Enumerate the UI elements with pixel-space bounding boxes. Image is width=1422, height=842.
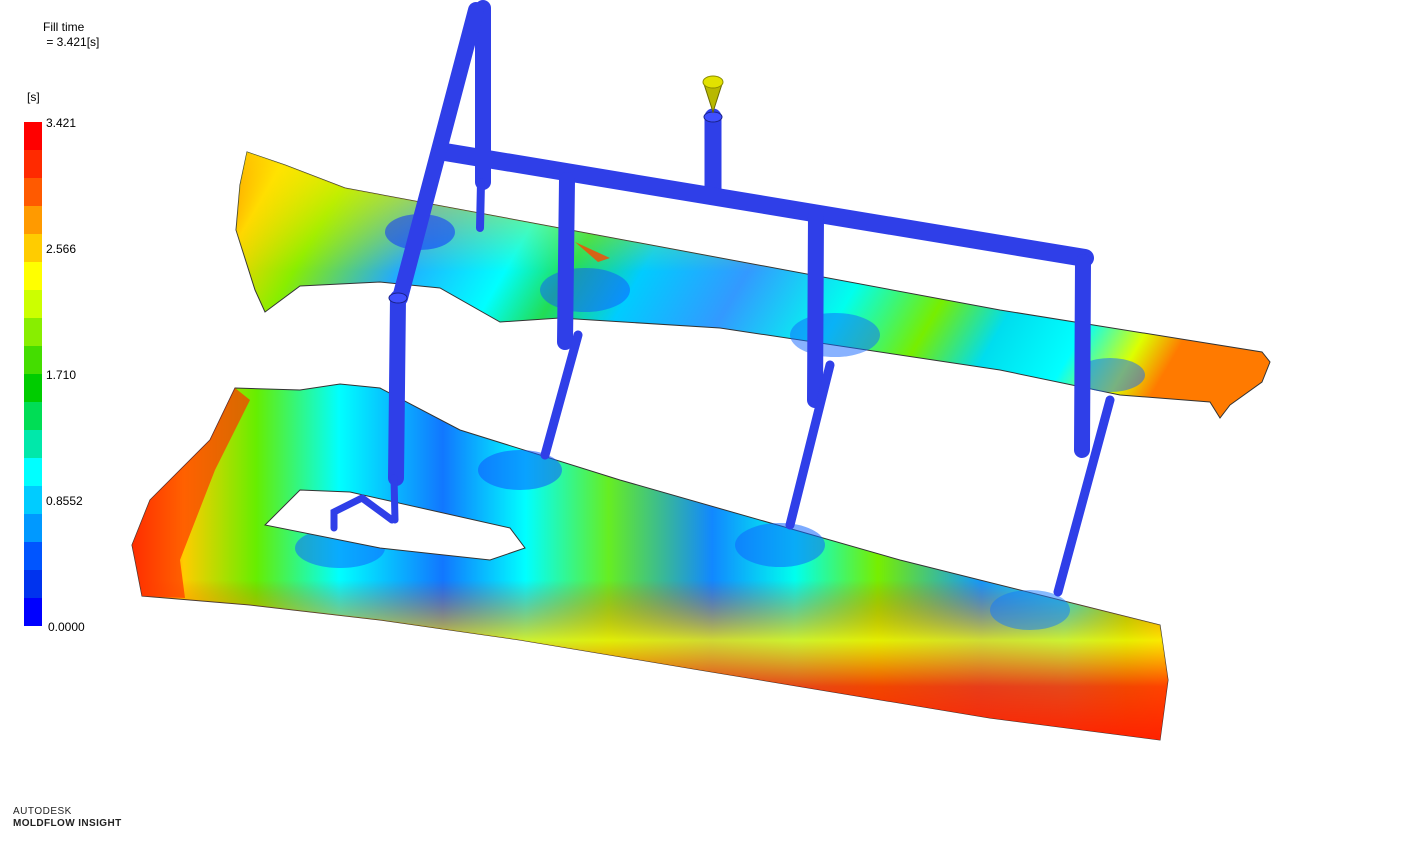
legend-band [24, 262, 42, 290]
legend-band [24, 598, 42, 626]
injection-cone [702, 75, 724, 114]
model-viewport[interactable] [0, 0, 1422, 842]
legend-band [24, 346, 42, 374]
legend-band [24, 178, 42, 206]
color-legend-bar [24, 122, 42, 626]
legend-band [24, 122, 42, 150]
brand-product: MOLDFLOW INSIGHT [13, 818, 122, 829]
legend-band [24, 486, 42, 514]
brand-company: AUTODESK [13, 806, 72, 817]
result-name: Fill time [43, 20, 85, 34]
legend-band [24, 234, 42, 262]
legend-band [24, 318, 42, 346]
legend-tick-min: 0.0000 [48, 620, 85, 634]
legend-band [24, 542, 42, 570]
legend-band [24, 514, 42, 542]
legend-band [24, 458, 42, 486]
lower-part [131, 383, 1169, 741]
legend-unit: [s] [27, 90, 40, 104]
legend-band [24, 430, 42, 458]
legend-band [24, 570, 42, 598]
legend-band [24, 374, 42, 402]
legend-band [24, 206, 42, 234]
result-title: Fill time = 3.421[s] [43, 20, 99, 50]
legend-tick-2: 2.566 [46, 242, 77, 256]
legend-band [24, 402, 42, 430]
legend-band [24, 290, 42, 318]
result-value: = 3.421[s] [43, 35, 100, 49]
legend-tick-max: 3.421 [46, 116, 77, 130]
legend-tick-4: 0.8552 [46, 494, 83, 508]
legend-band [24, 150, 42, 178]
legend-tick-3: 1.710 [46, 368, 77, 382]
brand-logo: AUTODESK MOLDFLOW INSIGHT [13, 806, 122, 829]
